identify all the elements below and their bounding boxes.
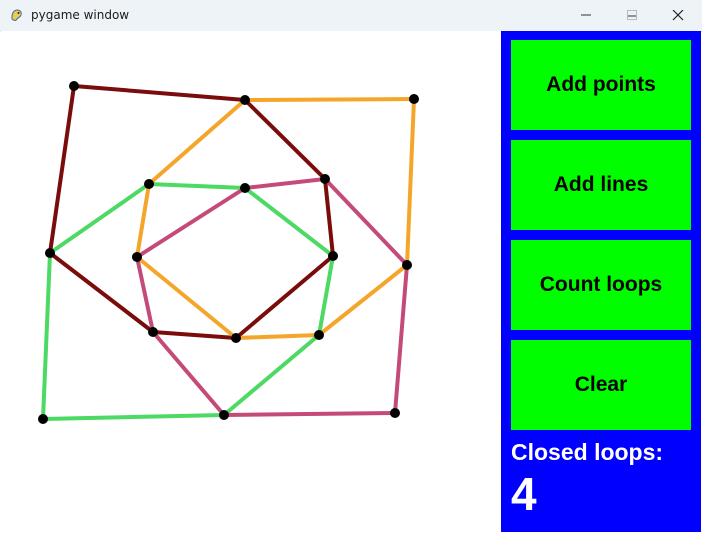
minimize-icon <box>581 14 591 16</box>
window-title: pygame window <box>31 8 130 22</box>
graph-point[interactable] <box>219 410 229 420</box>
graph-line-light_green[interactable] <box>41 413 226 421</box>
closed-loops-count: 4 <box>511 468 537 520</box>
pygame-snake-icon <box>11 9 22 21</box>
graph-point[interactable] <box>144 179 154 189</box>
closed-loops-label: Closed loops: <box>511 439 664 465</box>
graph-line-light_green[interactable] <box>147 182 247 190</box>
control-panel: Add points Add lines Count loops Clear C… <box>501 31 701 532</box>
graph-line-dark_red[interactable] <box>151 330 238 340</box>
graph-line-orange[interactable] <box>135 182 151 259</box>
add-lines-button[interactable]: Add lines <box>511 140 691 230</box>
graph-point[interactable] <box>38 414 48 424</box>
graph-line-dark_red[interactable] <box>243 98 327 181</box>
add-points-button[interactable]: Add points <box>511 40 691 130</box>
graph-point[interactable] <box>402 260 412 270</box>
graph-point[interactable] <box>132 252 142 262</box>
graph-line-orange[interactable] <box>317 263 409 337</box>
minimize-button-area[interactable] <box>563 0 609 31</box>
graph-point[interactable] <box>320 174 330 184</box>
graph-point[interactable] <box>231 333 241 343</box>
graph-line-light_green[interactable] <box>48 182 151 255</box>
close-button[interactable] <box>655 0 701 31</box>
graph-point[interactable] <box>45 248 55 258</box>
graph-line-dark_red[interactable] <box>72 84 247 102</box>
maximize-icon <box>627 10 637 20</box>
graph-line-dark_red[interactable] <box>234 254 335 340</box>
graph-line-orange[interactable] <box>405 97 416 267</box>
graph-point[interactable] <box>328 251 338 261</box>
graph-point[interactable] <box>69 81 79 91</box>
graph-line-pink[interactable] <box>243 177 327 190</box>
graph-line-pink[interactable] <box>323 177 409 267</box>
graph-point[interactable] <box>148 327 158 337</box>
graph-point[interactable] <box>240 183 250 193</box>
drawing-canvas[interactable] <box>1 31 501 531</box>
count-loops-button[interactable]: Count loops <box>511 240 691 330</box>
graph-drawing[interactable] <box>1 31 501 531</box>
graph-line-pink[interactable] <box>393 263 409 415</box>
maximize-button[interactable] <box>609 0 655 31</box>
graph-line-pink[interactable] <box>151 330 226 417</box>
graph-line-pink[interactable] <box>222 411 397 417</box>
graph-line-light_green[interactable] <box>243 186 335 258</box>
graph-point[interactable] <box>314 330 324 340</box>
graph-point[interactable] <box>240 95 250 105</box>
close-icon <box>672 10 684 21</box>
graph-line-pink[interactable] <box>135 186 247 259</box>
graph-line-light_green[interactable] <box>222 333 321 417</box>
graph-line-dark_red[interactable] <box>323 177 335 258</box>
graph-line-orange[interactable] <box>147 98 247 186</box>
graph-line-orange[interactable] <box>243 97 416 102</box>
graph-line-dark_red[interactable] <box>48 84 76 255</box>
graph-line-orange[interactable] <box>234 333 321 340</box>
clear-button[interactable]: Clear <box>511 340 691 430</box>
graph-line-light_green[interactable] <box>41 251 52 421</box>
graph-point[interactable] <box>390 408 400 418</box>
graph-point[interactable] <box>409 94 419 104</box>
